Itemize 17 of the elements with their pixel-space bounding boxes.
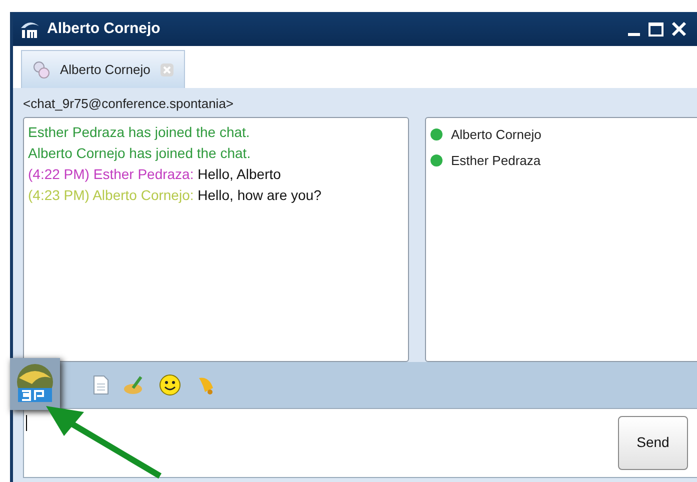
sp-logo-icon[interactable] <box>10 358 60 410</box>
chat-message: (4:23 PM) Alberto Cornejo: Hello, how are you? <box>28 186 322 205</box>
window-title: Alberto Cornejo <box>47 18 160 39</box>
smiley-icon[interactable] <box>159 374 181 396</box>
send-button[interactable]: Send <box>618 416 688 470</box>
chat-tab[interactable]: Alberto Cornejo <box>21 50 186 88</box>
room-address: <chat_9r75@conference.spontania> <box>22 95 235 113</box>
chat-message: (4:22 PM) Esther Pedraza: Hello, Alberto <box>28 164 282 184</box>
document-icon[interactable] <box>93 374 109 394</box>
close-icon[interactable] <box>671 21 687 37</box>
participant-name[interactable]: Alberto Cornejo <box>451 122 542 148</box>
chat-bubbles-icon <box>32 60 50 78</box>
message-input[interactable]: Send <box>23 408 697 478</box>
system-message: Alberto Cornejo has joined the chat. <box>28 144 252 163</box>
system-message: Esther Pedraza has joined the chat. <box>28 122 251 142</box>
maximize-icon[interactable] <box>648 21 664 37</box>
participant-name[interactable]: Esther Pedraza <box>451 148 541 174</box>
